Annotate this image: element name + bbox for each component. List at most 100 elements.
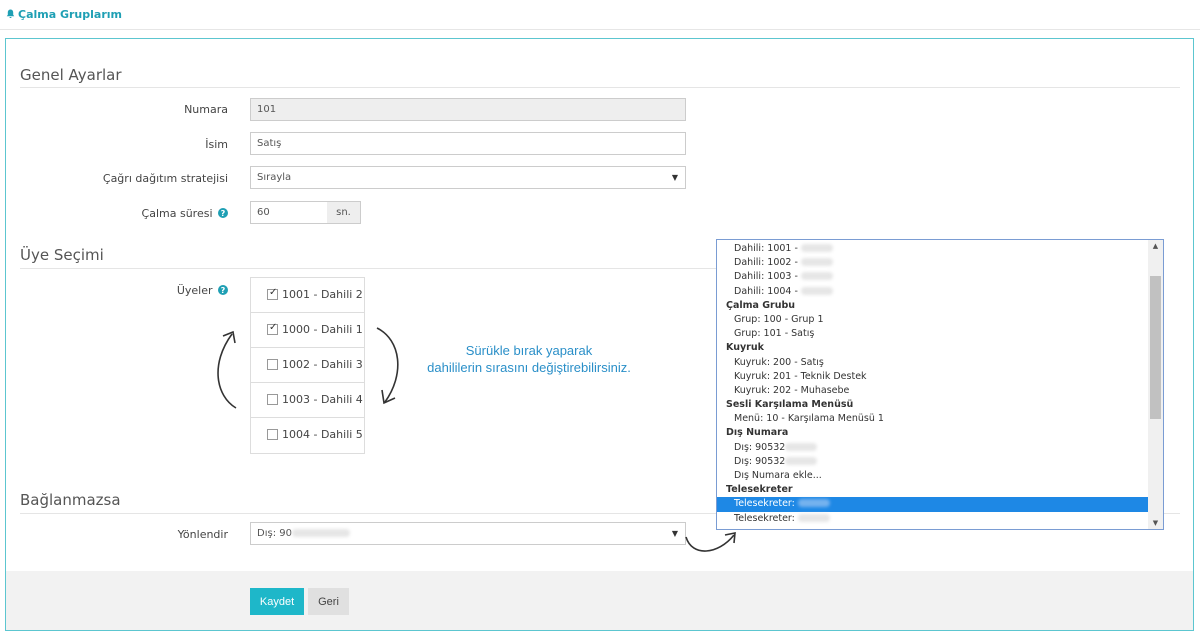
dropdown-option-label: Telesekreter: bbox=[734, 498, 798, 510]
member-item[interactable]: ✓ 1000 - Dahili 1 bbox=[251, 313, 364, 348]
redirect-dropdown-list[interactable]: Dahili: 1001 - Dahili: 1002 - Dahili: 10… bbox=[716, 239, 1164, 530]
dropdown-option[interactable]: Dış Numara ekle... bbox=[717, 469, 1149, 483]
dropdown-option-label: Dış Numara bbox=[726, 427, 789, 439]
scrollbar[interactable]: ▲ ▼ bbox=[1148, 240, 1163, 529]
page-title: Çalma Gruplarım bbox=[6, 8, 122, 21]
redacted-value bbox=[797, 499, 830, 508]
name-field[interactable]: Satış bbox=[250, 132, 686, 155]
dropdown-options: Dahili: 1001 - Dahili: 1002 - Dahili: 10… bbox=[717, 242, 1149, 526]
bell-icon bbox=[6, 9, 15, 19]
scroll-up-icon[interactable]: ▲ bbox=[1148, 242, 1163, 250]
dropdown-option[interactable]: Dahili: 1003 - bbox=[717, 270, 1149, 284]
dropdown-option-label: Kuyruk bbox=[726, 342, 764, 354]
number-field[interactable]: 101 bbox=[250, 98, 686, 121]
dropdown-option[interactable]: Telesekreter: bbox=[717, 512, 1149, 526]
dropdown-option[interactable]: Kuyruk: 200 - Satış bbox=[717, 356, 1149, 370]
dropdown-option-label: Telesekreter: bbox=[734, 512, 798, 524]
redacted-value bbox=[800, 272, 833, 281]
dropdown-option-label: Kuyruk: 200 - Satış bbox=[734, 356, 824, 368]
dropdown-option-label: Dış: 90532 bbox=[734, 441, 786, 453]
redacted-value bbox=[291, 529, 350, 537]
form-footer: Kaydet Geri bbox=[6, 571, 1193, 630]
section-title-members: Üye Seçimi bbox=[20, 246, 104, 264]
member-item[interactable]: 1002 - Dahili 3 bbox=[251, 348, 364, 383]
redacted-value bbox=[797, 513, 830, 522]
dropdown-option[interactable]: Grup: 101 - Satış bbox=[717, 327, 1149, 341]
redacted-value bbox=[800, 244, 833, 252]
ring-time-unit: sn. bbox=[327, 201, 361, 224]
number-label: Numara bbox=[184, 103, 228, 116]
check-icon: ✓ bbox=[269, 322, 278, 333]
page-title-text: Çalma Gruplarım bbox=[18, 8, 122, 21]
dropdown-option-label: Dahili: 1002 - bbox=[734, 257, 801, 269]
member-checkbox[interactable]: ✓ bbox=[267, 322, 278, 335]
redirect-select[interactable]: Dış: 90 ▼ bbox=[250, 522, 686, 545]
section-divider bbox=[20, 87, 1180, 88]
dropdown-option[interactable]: Dahili: 1002 - bbox=[717, 256, 1149, 270]
dropdown-option[interactable]: Dış: 90532 bbox=[717, 441, 1149, 455]
dropdown-option-label: Grup: 100 - Grup 1 bbox=[734, 313, 824, 325]
members-label: Üyeler ? bbox=[177, 284, 228, 297]
redacted-value bbox=[800, 258, 833, 267]
redirect-label: Yönlendir bbox=[177, 528, 228, 541]
dropdown-option-label: Grup: 101 - Satış bbox=[734, 328, 815, 340]
dropdown-option-label: Dahili: 1004 - bbox=[734, 285, 801, 297]
name-label: İsim bbox=[205, 138, 228, 151]
check-icon: ✓ bbox=[269, 287, 278, 298]
dropdown-option-label: Menü: 10 - Karşılama Menüsü 1 bbox=[734, 413, 884, 425]
member-item[interactable]: 1003 - Dahili 4 bbox=[251, 383, 364, 418]
back-button[interactable]: Geri bbox=[308, 588, 349, 615]
ring-time-label: Çalma süresi ? bbox=[142, 207, 228, 220]
page-header: Çalma Gruplarım bbox=[0, 0, 1200, 30]
redacted-value bbox=[785, 442, 818, 451]
member-checkbox[interactable] bbox=[267, 394, 278, 405]
member-checkbox[interactable] bbox=[267, 359, 278, 370]
svg-text:?: ? bbox=[221, 209, 226, 218]
dropdown-option-label: Dış Numara ekle... bbox=[734, 470, 822, 481]
ring-time-field[interactable]: 60 bbox=[250, 201, 328, 224]
member-item[interactable]: ✓ 1001 - Dahili 2 bbox=[251, 278, 364, 313]
help-icon[interactable]: ? bbox=[218, 208, 228, 218]
dropdown-option[interactable]: Telesekreter: bbox=[717, 497, 1149, 512]
dropdown-option-label: Kuyruk: 201 - Teknik Destek bbox=[734, 370, 867, 382]
dropdown-option[interactable]: Menü: 10 - Karşılama Menüsü 1 bbox=[717, 412, 1149, 426]
strategy-label: Çağrı dağıtım stratejisi bbox=[102, 172, 228, 185]
dropdown-group-header: Kuyruk bbox=[717, 341, 1149, 355]
dropdown-option[interactable]: Dış: 90532 bbox=[717, 455, 1149, 469]
drag-drop-hint: Sürükle bırak yaparak dahililerin sırası… bbox=[427, 343, 631, 375]
scrollbar-thumb[interactable] bbox=[1150, 276, 1161, 419]
section-title-general: Genel Ayarlar bbox=[20, 66, 122, 84]
dropdown-option[interactable]: Dahili: 1004 - bbox=[717, 285, 1149, 299]
caret-down-icon: ▼ bbox=[671, 529, 678, 538]
dropdown-option-label: Kuyruk: 202 - Muhasebe bbox=[734, 384, 850, 396]
dropdown-group-header: Çalma Grubu bbox=[717, 299, 1149, 313]
curved-arrow-right-icon bbox=[685, 532, 736, 552]
dropdown-option-label: Dahili: 1003 - bbox=[734, 271, 801, 283]
dropdown-option-label: Çalma Grubu bbox=[726, 299, 796, 311]
dropdown-group-header: Telesekreter bbox=[717, 483, 1149, 497]
dropdown-option[interactable]: Dahili: 1001 - bbox=[717, 242, 1149, 256]
member-list: ✓ 1001 - Dahili 2 ✓ 1000 - Dahili 1 1002… bbox=[250, 277, 365, 454]
caret-down-icon: ▼ bbox=[671, 173, 678, 182]
dropdown-option[interactable]: Kuyruk: 202 - Muhasebe bbox=[717, 384, 1149, 398]
curved-arrow-up-icon bbox=[217, 330, 237, 409]
section-divider bbox=[20, 268, 720, 269]
dropdown-option[interactable]: Grup: 100 - Grup 1 bbox=[717, 313, 1149, 327]
save-button[interactable]: Kaydet bbox=[250, 588, 304, 615]
member-item[interactable]: 1004 - Dahili 5 bbox=[251, 418, 364, 453]
member-checkbox[interactable] bbox=[267, 429, 278, 440]
dropdown-option-label: Dahili: 1001 - bbox=[734, 243, 801, 254]
dropdown-option-label: Sesli Karşılama Menüsü bbox=[726, 399, 854, 411]
dropdown-group-header: Dış Numara bbox=[717, 426, 1149, 440]
section-title-fallback: Bağlanmazsa bbox=[20, 491, 121, 509]
help-icon[interactable]: ? bbox=[218, 285, 228, 295]
redacted-value bbox=[785, 456, 818, 465]
scroll-down-icon[interactable]: ▼ bbox=[1148, 519, 1163, 527]
redacted-value bbox=[800, 286, 833, 295]
member-checkbox[interactable]: ✓ bbox=[267, 287, 278, 300]
dropdown-group-header: Sesli Karşılama Menüsü bbox=[717, 398, 1149, 412]
dropdown-option-label: Telesekreter bbox=[726, 484, 793, 496]
dropdown-option[interactable]: Kuyruk: 201 - Teknik Destek bbox=[717, 370, 1149, 384]
dropdown-option-label: Dış: 90532 bbox=[734, 455, 786, 467]
strategy-select[interactable]: Sırayla ▼ bbox=[250, 166, 686, 189]
